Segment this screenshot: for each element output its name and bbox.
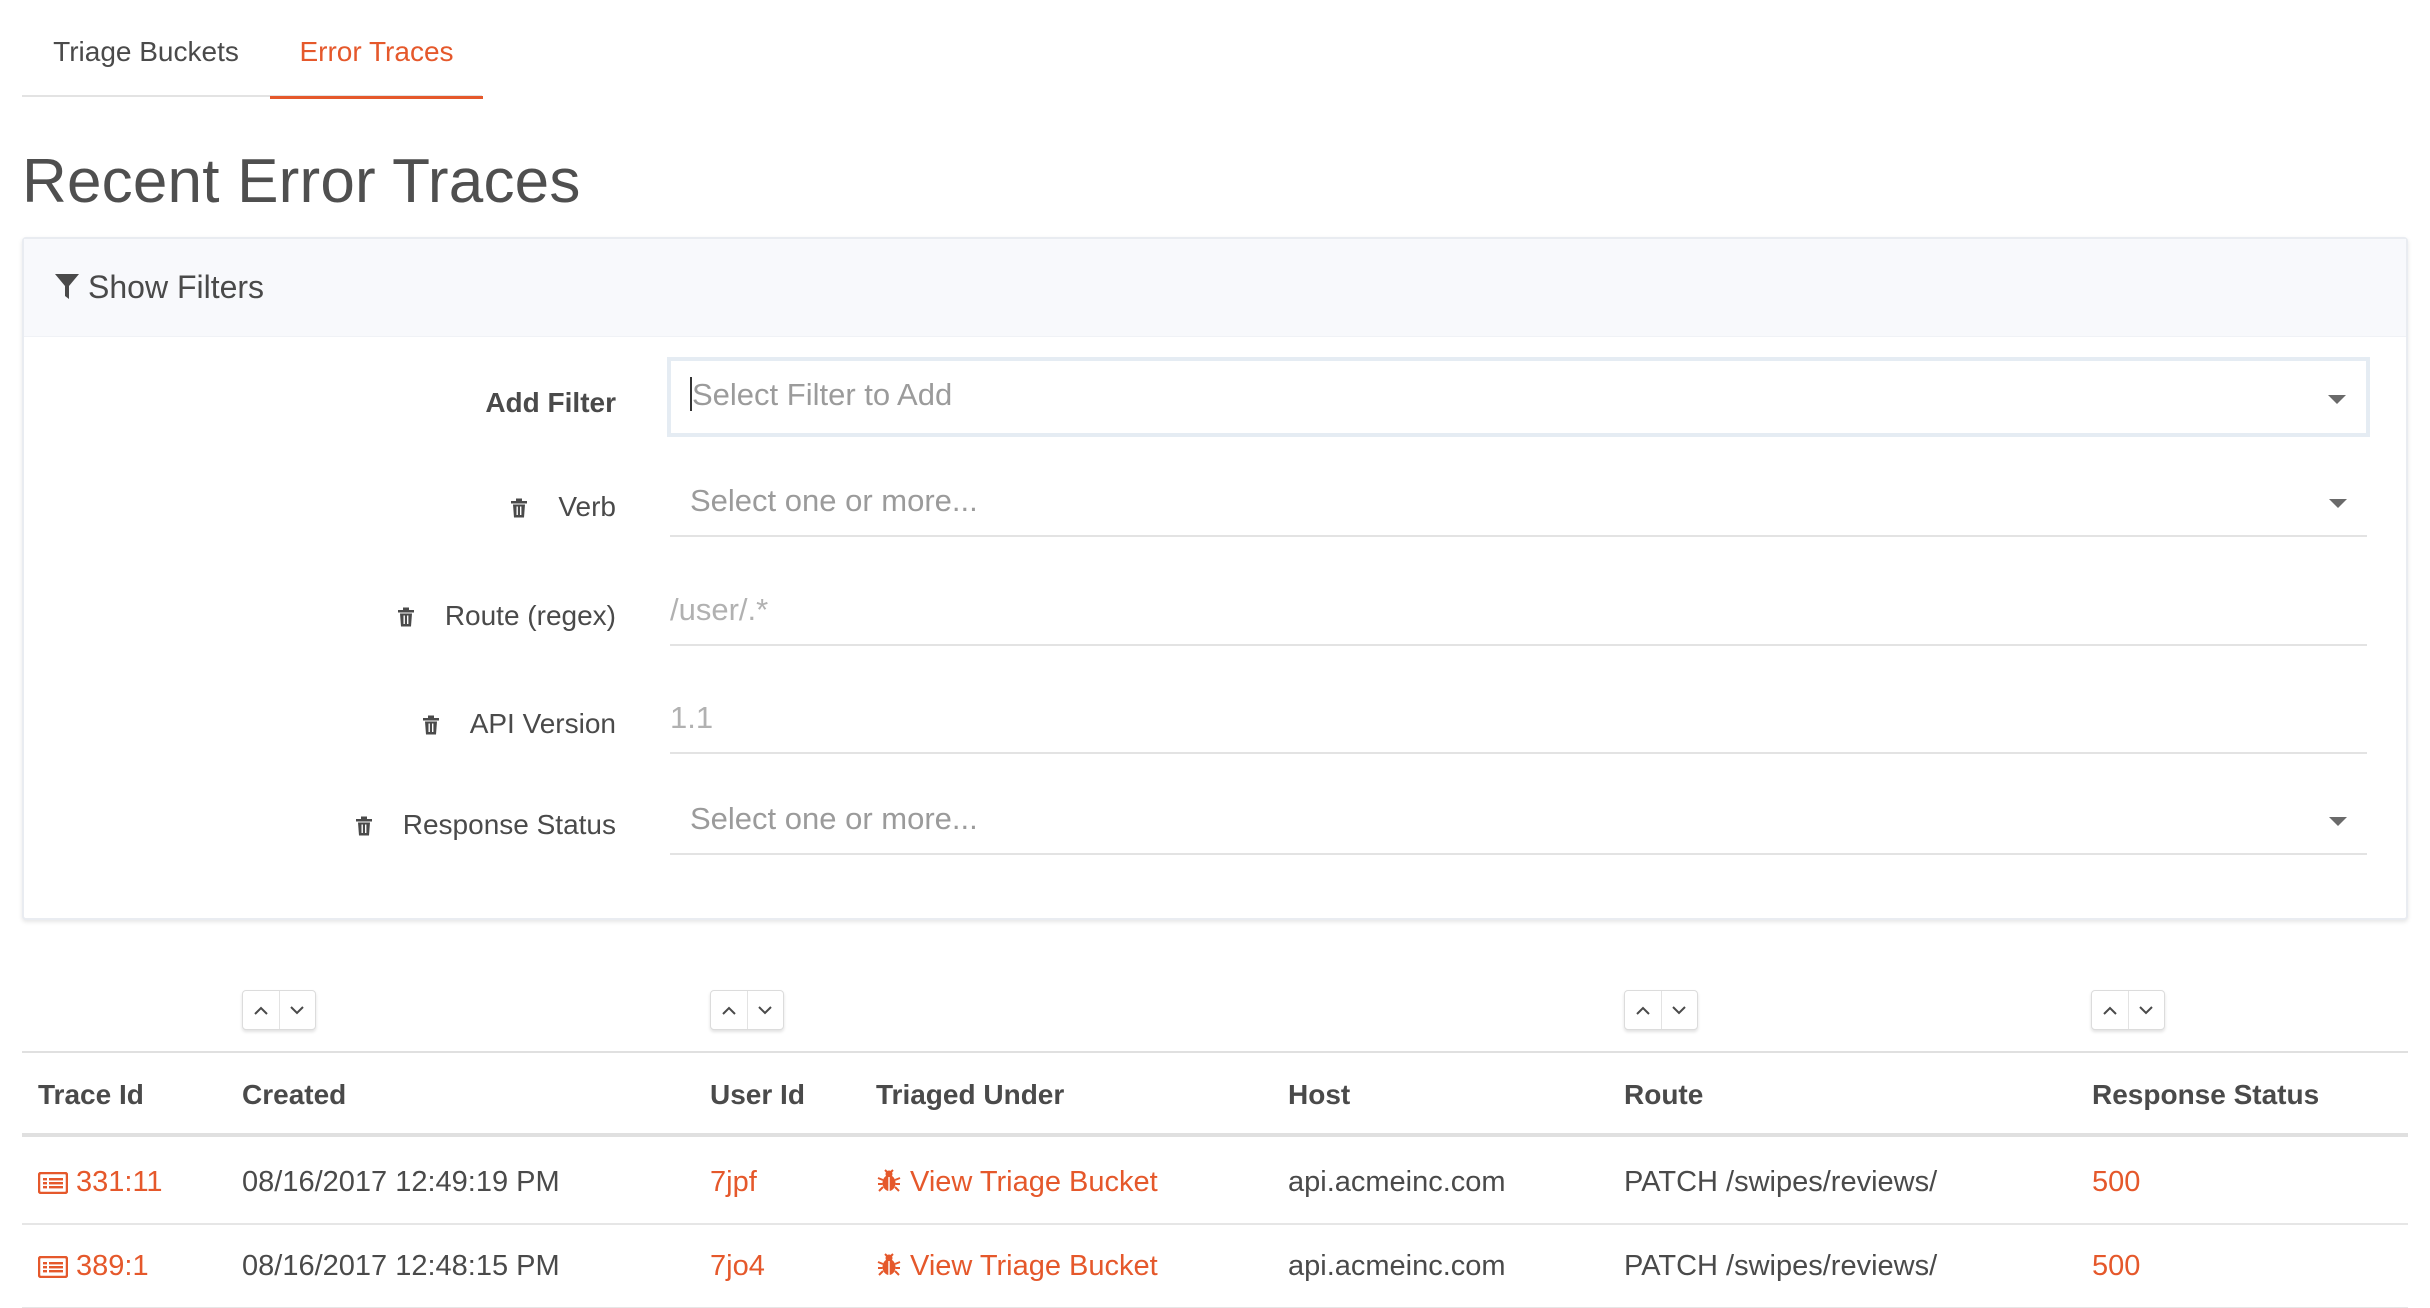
verb-filter-row: Verb Select one or more... [24,467,2406,547]
sort-response-status [2091,990,2165,1030]
trace-id-link[interactable]: 331:11 [38,1166,163,1199]
table-row: 331:11 08/16/2017 12:49:19 PM 7jpf View … [22,1141,2408,1225]
created-cell: 08/16/2017 12:48:15 PM [242,1250,560,1282]
trace-id: 331:11 [76,1166,163,1198]
list-icon [38,1172,68,1194]
host-cell: api.acmeinc.com [1288,1250,1506,1282]
column-header: Triaged Under [876,1079,1065,1110]
trash-icon[interactable] [422,715,440,735]
sort-user-id [710,990,784,1030]
trace-id-link[interactable]: 389:1 [38,1250,149,1283]
chevron-down-icon [2329,499,2347,508]
route-cell: PATCH /swipes/reviews/ [1624,1250,1938,1282]
api-version-label-wrap: API Version [422,708,616,740]
route-regex-input[interactable]: /user/.* [670,576,2367,646]
sort-asc-icon[interactable] [243,991,279,1029]
table-row: 389:1 08/16/2017 12:48:15 PM 7jo4 View T… [22,1225,2408,1308]
bug-icon [877,1253,901,1276]
view-triage-bucket-link[interactable]: View Triage Bucket [876,1166,1158,1199]
response-status-label-wrap: Response Status [355,809,616,841]
response-status-filter-row: Response Status Select one or more... [24,785,2406,865]
sort-desc-icon[interactable] [746,991,784,1029]
user-id-link[interactable]: 7jo4 [710,1250,765,1283]
column-header: Response Status [2092,1079,2320,1110]
status-link[interactable]: 500 [2092,1166,2140,1199]
api-version-input[interactable]: 1.1 [670,684,2367,754]
column-header: Trace Id [38,1079,144,1110]
sort-asc-icon[interactable] [1625,991,1661,1029]
column-header: Route [1624,1079,1704,1110]
response-status-placeholder: Select one or more... [690,801,978,836]
verb-label-wrap: Verb [510,491,616,523]
sort-desc-icon[interactable] [278,991,316,1029]
tab-bar: Triage Buckets Error Traces [22,0,483,99]
verb-label: Verb [558,491,616,522]
chevron-down-icon [2329,817,2347,826]
sort-desc-icon[interactable] [1660,991,1698,1029]
show-filters-toggle[interactable]: Show Filters [24,239,2406,337]
add-filter-row: Add Filter Select Filter to Add [24,357,2406,443]
bug-icon [877,1169,901,1192]
trash-icon[interactable] [355,816,373,836]
trace-id: 389:1 [76,1250,149,1282]
tab-error-traces[interactable]: Error Traces [270,0,483,99]
route-cell: PATCH /swipes/reviews/ [1624,1166,1938,1198]
response-status-select[interactable]: Select one or more... [670,785,2367,855]
sort-route [1624,990,1698,1030]
verb-select[interactable]: Select one or more... [670,467,2367,537]
host-cell: api.acmeinc.com [1288,1166,1506,1198]
route-label: Route (regex) [444,600,616,631]
user-id-link[interactable]: 7jpf [710,1166,757,1199]
verb-placeholder: Select one or more... [690,483,978,518]
add-filter-select[interactable]: Select Filter to Add [667,357,2370,437]
add-filter-placeholder: Select Filter to Add [692,377,953,412]
triage-link-label: View Triage Bucket [910,1250,1158,1282]
triage-link-label: View Triage Bucket [910,1166,1158,1198]
page-title: Recent Error Traces [22,147,581,216]
tab-triage-buckets[interactable]: Triage Buckets [22,0,270,97]
show-filters-label: Show Filters [88,269,265,305]
route-placeholder: /user/.* [670,592,769,627]
chevron-down-icon [2328,395,2346,404]
funnel-icon [55,274,79,299]
column-header: Host [1288,1079,1351,1110]
created-cell: 08/16/2017 12:49:19 PM [242,1166,560,1198]
view-triage-bucket-link[interactable]: View Triage Bucket [876,1250,1158,1283]
status-link[interactable]: 500 [2092,1250,2140,1283]
api-version-placeholder: 1.1 [670,700,714,735]
column-header: Created [242,1079,347,1110]
table-header: Trace Id Created User Id Triaged Under H… [22,1051,2408,1137]
column-header: User Id [710,1079,805,1110]
list-icon [38,1256,68,1278]
api-version-label: API Version [469,708,616,739]
sort-desc-icon[interactable] [2127,991,2165,1029]
route-filter-row: Route (regex) /user/.* [24,576,2406,656]
sort-asc-icon[interactable] [2092,991,2128,1029]
sort-created [242,990,316,1030]
sort-asc-icon[interactable] [711,991,747,1029]
api-version-filter-row: API Version 1.1 [24,684,2406,764]
route-label-wrap: Route (regex) [397,600,616,632]
trash-icon[interactable] [397,607,415,627]
response-status-label: Response Status [402,809,616,840]
add-filter-label: Add Filter [485,387,616,418]
trash-icon[interactable] [510,498,528,518]
filter-panel: Show Filters Add Filter Select Filter to… [22,237,2408,920]
